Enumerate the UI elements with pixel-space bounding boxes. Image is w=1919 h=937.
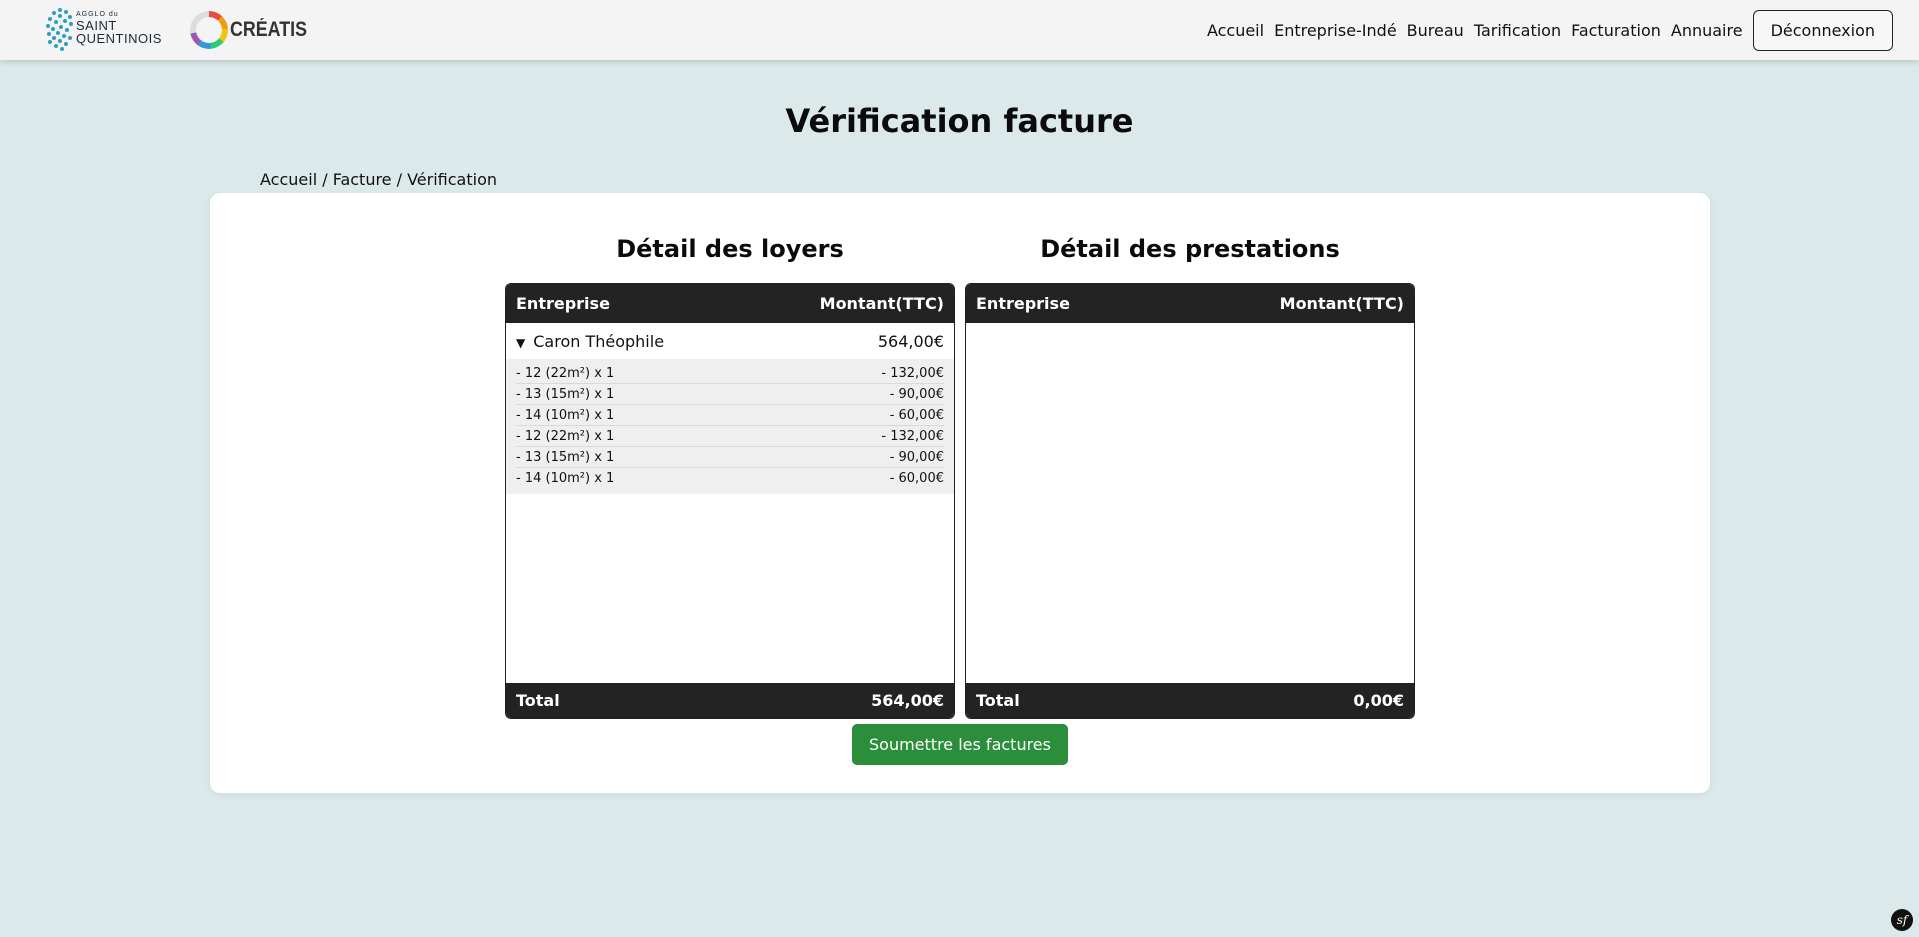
detail-amount: - 132,00€ — [881, 428, 944, 444]
detail-line: - 12 (22m²) x 1 - 132,00€ — [516, 426, 944, 447]
nav-annuaire[interactable]: Annuaire — [1671, 21, 1743, 40]
loyers-table: Entreprise Montant(TTC) ▼ Caron Théophile… — [505, 283, 955, 719]
company-details: - 12 (22m²) x 1 - 132,00€ - 13 (15m²) x 1… — [506, 359, 954, 494]
loyers-total-value: 564,00€ — [871, 691, 944, 710]
breadcrumb-facture[interactable]: Facture — [333, 170, 392, 189]
detail-label: - 13 (15m²) x 1 — [516, 449, 615, 465]
logout-button[interactable]: Déconnexion — [1752, 10, 1893, 51]
agglo-logo-small-text: AGGLO du — [76, 11, 119, 18]
nav-facturation[interactable]: Facturation — [1571, 21, 1661, 40]
agglo-dot — [52, 11, 56, 15]
symfony-toolbar-icon[interactable]: sf — [1891, 909, 1913, 931]
detail-label: - 13 (15m²) x 1 — [516, 386, 615, 402]
detail-line: - 12 (22m²) x 1 - 132,00€ — [516, 363, 944, 384]
detail-amount: - 60,00€ — [889, 471, 944, 486]
breadcrumb-separator: / — [391, 170, 408, 189]
prestations-total-value: 0,00€ — [1353, 691, 1404, 710]
detail-line: - 13 (15m²) x 1 - 90,00€ — [516, 447, 944, 468]
agglo-dot — [68, 36, 72, 40]
detail-amount: - 60,00€ — [889, 407, 944, 423]
agglo-dot — [68, 15, 72, 19]
company-name: Caron Théophile — [533, 331, 665, 351]
loyers-table-footer: Total 564,00€ — [506, 683, 954, 718]
breadcrumb-accueil[interactable]: Accueil — [260, 170, 317, 189]
agglo-dot — [62, 34, 66, 38]
creatis-logo[interactable]: CRÉATIS — [190, 10, 321, 50]
agglo-dot — [65, 28, 69, 32]
agglo-logo[interactable]: AGGLO du SAINT QUENTINOIS — [44, 5, 166, 51]
agglo-dot — [58, 39, 62, 43]
prestations-table-header: Entreprise Montant(TTC) — [966, 284, 1414, 323]
agglo-dot — [60, 47, 64, 51]
agglo-dot — [56, 31, 60, 35]
detail-line: - 14 (10m²) x 1 - 60,00€ — [516, 468, 944, 489]
company-row-toggle[interactable]: ▼ Caron Théophile 564,00€ — [506, 323, 954, 359]
loyers-col-amount: Montant(TTC) — [819, 294, 944, 313]
agglo-dot — [58, 8, 62, 12]
loyers-title: Détail des loyers — [616, 235, 844, 263]
company-amount: 564,00€ — [877, 331, 944, 351]
detail-amount: - 132,00€ — [881, 365, 944, 381]
detail-line: - 14 (10m²) x 1 - 60,00€ — [516, 405, 944, 426]
submit-invoices-button[interactable]: Soumettre les factures — [852, 724, 1068, 765]
agglo-dot — [52, 36, 56, 40]
detail-amount: - 90,00€ — [889, 449, 944, 465]
nav-entreprise-inde[interactable]: Entreprise-Indé — [1274, 21, 1397, 40]
detail-label: - 12 (22m²) x 1 — [516, 428, 615, 444]
page-title: Vérification facture — [785, 102, 1134, 140]
main-nav: Accueil Entreprise-Indé Bureau Tarificat… — [1197, 10, 1893, 51]
agglo-dot — [47, 32, 51, 36]
agglo-logo-line2: QUENTINOIS — [76, 31, 162, 46]
nav-tarification[interactable]: Tarification — [1474, 21, 1561, 40]
nav-accueil[interactable]: Accueil — [1207, 21, 1264, 40]
loyers-total-label: Total — [516, 691, 560, 710]
detail-label: - 14 (10m²) x 1 — [516, 471, 615, 486]
agglo-dot — [48, 17, 52, 21]
creatis-logo-text: CRÉATIS — [230, 18, 308, 41]
breadcrumb-separator: / — [317, 170, 333, 189]
agglo-dot — [46, 24, 50, 28]
breadcrumb: Accueil / Facture / Vérification — [260, 170, 497, 189]
prestations-title: Détail des prestations — [1040, 235, 1340, 263]
agglo-dot — [64, 42, 68, 46]
prestations-col-company: Entreprise — [976, 294, 1070, 313]
detail-amount: - 90,00€ — [889, 386, 944, 402]
agglo-dot — [51, 27, 55, 31]
agglo-dot — [69, 22, 73, 26]
agglo-dot — [54, 44, 58, 48]
detail-label: - 14 (10m²) x 1 — [516, 407, 615, 423]
prestations-col-amount: Montant(TTC) — [1279, 294, 1404, 313]
agglo-dot — [58, 14, 62, 18]
prestations-total-label: Total — [976, 691, 1020, 710]
agglo-dot — [64, 10, 68, 14]
creatis-ring-icon — [190, 11, 228, 49]
agglo-dot — [48, 40, 52, 44]
agglo-dot — [63, 19, 67, 23]
nav-bureau[interactable]: Bureau — [1407, 21, 1464, 40]
navbar: AGGLO du SAINT QUENTINOIS CRÉATIS Accuei… — [0, 0, 1919, 60]
detail-line: - 13 (15m²) x 1 - 90,00€ — [516, 384, 944, 405]
agglo-dot — [59, 25, 63, 29]
breadcrumb-verification: Vérification — [407, 170, 497, 189]
agglo-dot — [54, 20, 58, 24]
verification-card: Détail des loyers Entreprise Montant(TTC… — [210, 193, 1710, 793]
loyers-col-company: Entreprise — [516, 294, 610, 313]
prestations-table-footer: Total 0,00€ — [966, 683, 1414, 718]
agglo-dots-icon — [44, 6, 73, 51]
caret-down-icon: ▼ — [516, 335, 526, 350]
detail-label: - 12 (22m²) x 1 — [516, 365, 615, 381]
prestations-table: Entreprise Montant(TTC) Total 0,00€ — [965, 283, 1415, 719]
loyers-table-header: Entreprise Montant(TTC) — [506, 284, 954, 323]
